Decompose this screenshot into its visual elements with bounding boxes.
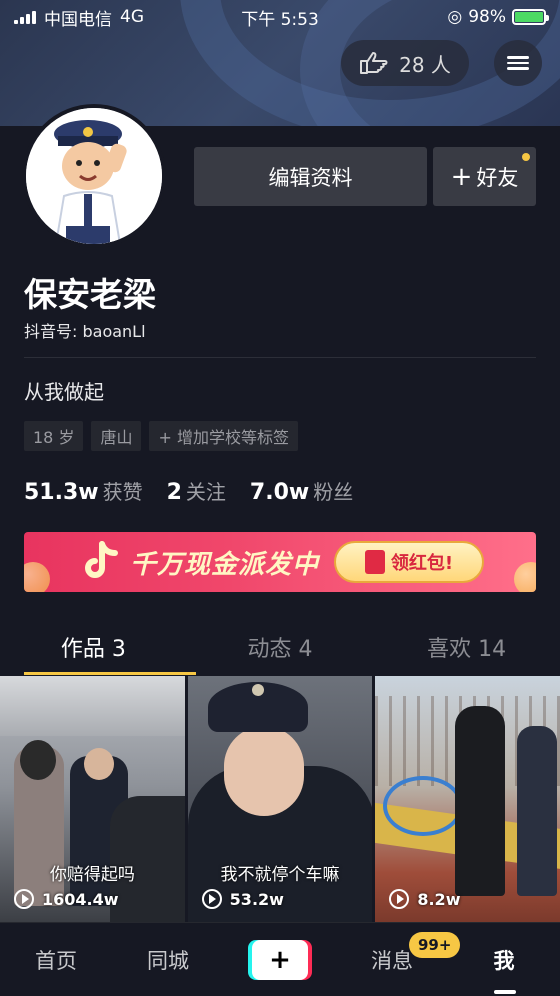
edit-profile-button[interactable]: 编辑资料 bbox=[194, 147, 427, 206]
plus-icon: + bbox=[450, 161, 473, 192]
active-tab-indicator bbox=[24, 672, 196, 675]
plus-icon: + bbox=[252, 939, 308, 980]
tab-activity[interactable]: 动态 4 bbox=[187, 620, 374, 674]
play-count: 8.2w bbox=[389, 889, 460, 909]
bottom-navigation: 首页 同城 + 消息 我 bbox=[0, 922, 560, 996]
red-envelope-icon bbox=[364, 550, 385, 574]
active-nav-indicator bbox=[494, 990, 516, 994]
divider bbox=[24, 357, 536, 358]
nav-home[interactable]: 首页 bbox=[0, 945, 112, 975]
visitors-count: 28 人 bbox=[399, 52, 451, 77]
video-thumbnail[interactable]: 你赔得起吗 1604.4w bbox=[0, 676, 185, 922]
red-packet-banner[interactable]: 千万现金派发中 领红包! bbox=[24, 532, 536, 592]
douyin-id[interactable]: 抖音号: baoanLl bbox=[24, 318, 146, 342]
messages-badge: 99+ bbox=[409, 932, 461, 958]
nav-create[interactable]: + bbox=[224, 939, 336, 980]
stat-followers[interactable]: 7.0w 粉丝 bbox=[250, 476, 353, 505]
play-icon bbox=[389, 889, 410, 909]
video-caption: 我不就停个车嘛 bbox=[220, 865, 340, 885]
tab-likes[interactable]: 喜欢 14 bbox=[373, 620, 560, 674]
hand-point-icon bbox=[360, 52, 388, 74]
play-icon bbox=[201, 889, 222, 909]
notification-dot bbox=[522, 153, 530, 161]
nav-city[interactable]: 同城 bbox=[112, 945, 224, 975]
clock: 下午 5:53 bbox=[241, 9, 319, 30]
red-packet-button[interactable]: 领红包! bbox=[334, 541, 484, 583]
video-grid: 你赔得起吗 1604.4w 我不就停个车嘛 53.2w 8.2w bbox=[0, 676, 560, 922]
status-bar: 中国电信 4G 下午 5:53 ◎ 98% bbox=[0, 0, 560, 34]
security-guard-avatar-image bbox=[26, 108, 162, 244]
location-tag[interactable]: 唐山 bbox=[91, 421, 142, 451]
age-tag[interactable]: 18 岁 bbox=[24, 421, 84, 451]
video-thumbnail[interactable]: 8.2w bbox=[375, 676, 560, 922]
profile-bio: 从我做起 bbox=[24, 380, 104, 404]
profile-stats: 51.3w 获赞 2 关注 7.0w 粉丝 bbox=[24, 476, 353, 505]
add-friend-label: 好友 bbox=[476, 165, 519, 190]
video-caption: 你赔得起吗 bbox=[49, 865, 135, 885]
hamburger-icon bbox=[507, 53, 529, 73]
stat-likes[interactable]: 51.3w 获赞 bbox=[24, 476, 143, 505]
stat-following[interactable]: 2 关注 bbox=[167, 476, 226, 505]
visitors-button[interactable]: 28 人 bbox=[341, 40, 469, 86]
profile-tags: 18 岁 唐山 + 增加学校等标签 bbox=[24, 421, 298, 451]
battery-icon bbox=[512, 9, 549, 25]
profile-tabs: 作品 3 动态 4 喜欢 14 bbox=[0, 620, 560, 674]
video-thumbnail[interactable]: 我不就停个车嘛 53.2w bbox=[187, 676, 373, 922]
play-icon bbox=[14, 889, 34, 909]
play-count: 1604.4w bbox=[14, 889, 119, 909]
douyin-logo-icon bbox=[85, 541, 118, 578]
nav-me[interactable]: 我 bbox=[448, 945, 560, 975]
red-packet-label: 领红包! bbox=[390, 553, 454, 574]
add-school-tag[interactable]: + 增加学校等标签 bbox=[149, 421, 298, 451]
create-video-button[interactable]: + bbox=[248, 939, 312, 980]
banner-text: 千万现金派发中 bbox=[130, 549, 320, 580]
play-count: 53.2w bbox=[201, 889, 284, 909]
add-friend-button[interactable]: + 好友 bbox=[433, 147, 536, 206]
avatar[interactable] bbox=[22, 104, 166, 248]
tab-works[interactable]: 作品 3 bbox=[0, 620, 187, 674]
menu-button[interactable] bbox=[494, 40, 542, 86]
profile-name: 保安老梁 bbox=[24, 275, 156, 314]
